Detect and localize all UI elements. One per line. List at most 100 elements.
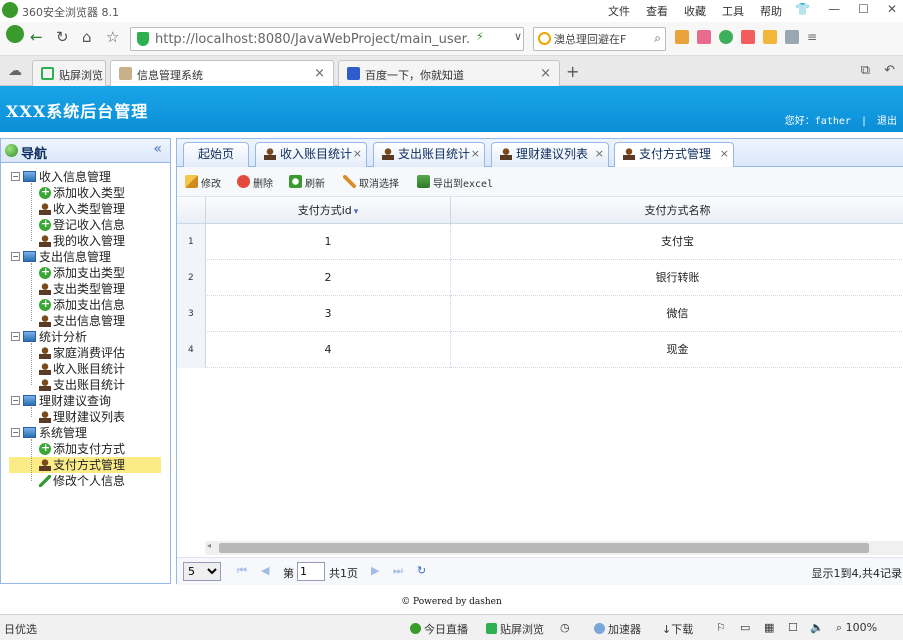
delete-button[interactable]: 删除	[237, 175, 273, 190]
tab-expense-stats[interactable]: 支出账目统计 ×	[373, 142, 485, 167]
tree-toggle-icon[interactable]: −	[11, 172, 20, 181]
search-engine-icon	[538, 32, 551, 45]
user-icon	[623, 148, 635, 160]
menu-view[interactable]: 查看	[646, 3, 668, 19]
minimize-icon[interactable]: —	[828, 2, 840, 16]
last-page-icon[interactable]: ⏭	[393, 564, 403, 578]
nav-item-label: 家庭消费评估	[53, 346, 126, 360]
scroll-left-icon[interactable]: ◂	[207, 541, 211, 550]
next-page-icon[interactable]: ▶	[371, 564, 379, 577]
tab-close-icon[interactable]: ×	[540, 66, 551, 81]
computer-icon	[23, 427, 36, 438]
shield-icon	[137, 32, 149, 46]
tab-close-icon[interactable]: ×	[353, 143, 362, 165]
horizontal-scrollbar[interactable]: ◂	[205, 541, 903, 555]
status-left-text[interactable]: 日优选	[4, 621, 37, 637]
download-button[interactable]: ↓下载	[662, 621, 693, 637]
data-grid: 支付方式id ▾ 支付方式名称 1 1 支付宝 2 2 银行转账 3 3 微信 4 4 现金	[177, 197, 903, 549]
unselect-button[interactable]: 取消选择	[343, 175, 399, 190]
maximize-icon[interactable]: ☐	[858, 2, 869, 16]
page-number-input[interactable]	[297, 562, 325, 581]
column-header-name[interactable]: 支付方式名称	[451, 197, 903, 224]
logout-link[interactable]: 退出	[877, 116, 897, 127]
window-icon[interactable]: ☐	[788, 621, 798, 634]
menu-help[interactable]: 帮助	[760, 3, 782, 19]
back-arrow-icon[interactable]: ←	[30, 28, 43, 46]
shirt-icon[interactable]: 👕	[795, 2, 810, 16]
menu-tools[interactable]: 工具	[722, 3, 744, 19]
search-icon[interactable]: ⌕	[654, 31, 661, 46]
live-button[interactable]: 今日直播	[410, 621, 468, 637]
search-box[interactable]: ⌕	[533, 27, 666, 51]
tab-home[interactable]: 起始页	[183, 142, 249, 167]
screenshot-icon[interactable]	[785, 30, 799, 44]
star-icon[interactable]: ☆	[106, 28, 119, 46]
browser-tab-app[interactable]: 信息管理系统 ×	[110, 60, 334, 87]
tab-close-icon[interactable]: ×	[471, 143, 480, 165]
cloud-icon[interactable]: ☁	[8, 63, 22, 79]
tab-income-stats[interactable]: 收入账目统计 ×	[255, 142, 367, 167]
zoom-control[interactable]: ⌕ 100%	[836, 621, 877, 635]
nav-group-label: 支出信息管理	[39, 250, 112, 264]
refresh-button[interactable]: 刷新	[289, 175, 325, 190]
scrollbar-thumb[interactable]	[219, 543, 869, 553]
chevron-down-icon[interactable]: ∨	[514, 30, 522, 43]
refresh-icon[interactable]: ↻	[56, 28, 69, 46]
apps-icon[interactable]	[675, 30, 689, 44]
tree-toggle-icon[interactable]: −	[11, 252, 20, 261]
lightning-icon[interactable]: ⚡	[476, 30, 484, 43]
app-header: XXX系统后台管理 您好：father | 退出	[0, 86, 903, 132]
address-input[interactable]	[155, 30, 495, 48]
tab-close-icon[interactable]: ×	[314, 66, 325, 81]
table-row[interactable]: 3 3 微信	[177, 296, 903, 332]
menu-file[interactable]: 文件	[608, 3, 630, 19]
flag-icon[interactable]: ⚐	[716, 621, 726, 634]
menu-favorites[interactable]: 收藏	[684, 3, 706, 19]
tree-toggle-icon[interactable]: −	[11, 396, 20, 405]
close-icon[interactable]: ✕	[887, 2, 897, 16]
reload-page-icon[interactable]: ↻	[417, 564, 426, 577]
browser-tab-baidu[interactable]: 百度一下，你就知道 ×	[338, 60, 560, 86]
browser-tab-fullscreen[interactable]: 贴屏浏览	[32, 60, 106, 86]
tab-close-icon[interactable]: ×	[720, 143, 729, 165]
tree-toggle-icon[interactable]: −	[11, 332, 20, 341]
notes-icon[interactable]	[763, 30, 777, 44]
column-header-id[interactable]: 支付方式id ▾	[206, 197, 451, 224]
table-row[interactable]: 2 2 银行转账	[177, 260, 903, 296]
first-page-icon[interactable]: ⏮	[237, 564, 247, 578]
sidebar-icon[interactable]: ▭	[740, 621, 750, 634]
cell-name: 现金	[666, 343, 689, 356]
new-tab-icon[interactable]: +	[566, 62, 579, 81]
security-icon[interactable]	[719, 30, 733, 44]
page-total: 共1页	[329, 567, 358, 580]
undo-close-icon[interactable]: ↶	[884, 63, 895, 78]
edit-button[interactable]: 修改	[185, 175, 221, 190]
tree-guide-line	[31, 407, 32, 417]
volume-icon[interactable]: 🔈	[810, 621, 824, 634]
accelerator-button[interactable]: 加速器	[594, 621, 641, 637]
address-bar[interactable]	[130, 27, 524, 51]
more-icon[interactable]: ≡	[807, 30, 817, 44]
page-size-select[interactable]: 5	[183, 562, 221, 581]
tab-payment-methods[interactable]: 支付方式管理 ×	[614, 142, 734, 168]
page-prefix: 第	[283, 567, 294, 580]
user-icon	[39, 315, 51, 327]
table-row[interactable]: 4 4 现金	[177, 332, 903, 368]
collapse-icon[interactable]: «	[153, 141, 162, 157]
clock-icon[interactable]: ◷	[560, 621, 570, 634]
tab-finance-advice[interactable]: 理财建议列表 ×	[491, 142, 609, 167]
unselect-icon	[343, 175, 356, 188]
tree-guide-line	[31, 343, 32, 385]
home-icon[interactable]: ⌂	[82, 28, 92, 46]
translate-icon[interactable]	[741, 30, 755, 44]
export-button[interactable]: 导出到excel	[417, 175, 493, 190]
table-row[interactable]: 1 1 支付宝	[177, 224, 903, 260]
prev-page-icon[interactable]: ◀	[261, 564, 269, 577]
fullscreen-browse-button[interactable]: 贴屏浏览	[486, 621, 544, 637]
tab-close-icon[interactable]: ×	[595, 143, 604, 165]
restore-tabs-icon[interactable]: ⧉	[861, 63, 870, 78]
tree-toggle-icon[interactable]: −	[11, 428, 20, 437]
search-input[interactable]	[554, 31, 648, 47]
mail-icon[interactable]	[697, 30, 711, 44]
calendar-icon[interactable]: ▦	[764, 621, 774, 634]
